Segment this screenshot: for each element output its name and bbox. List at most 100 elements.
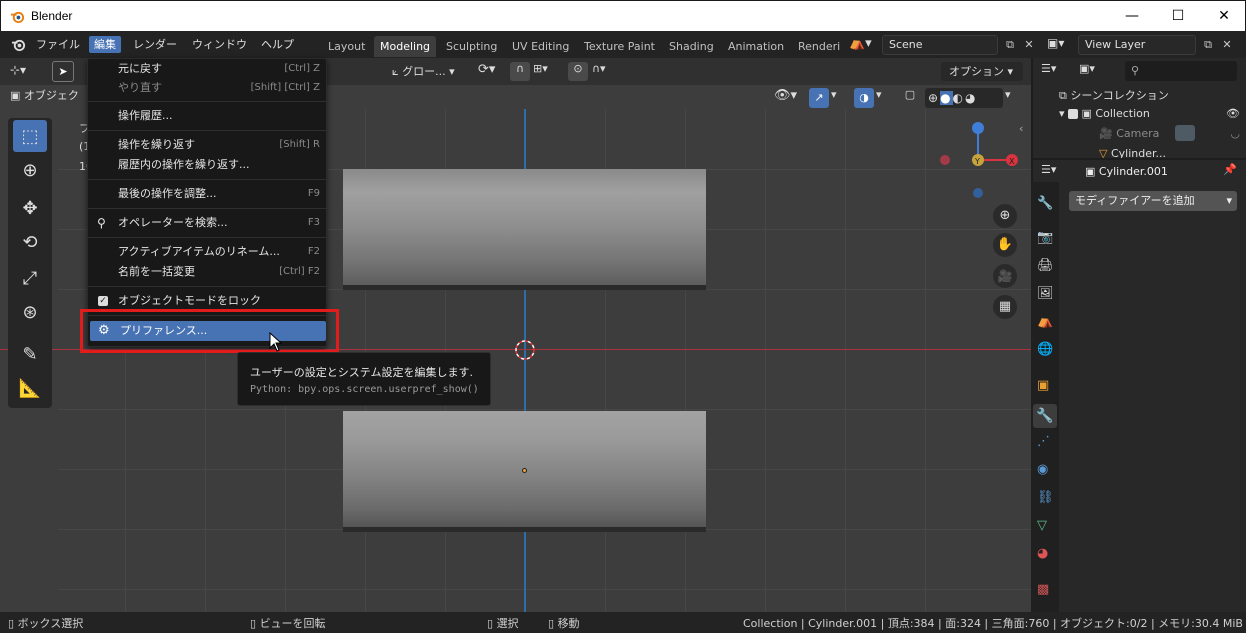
snap-target-icon[interactable]: ⊞▾ bbox=[533, 62, 561, 81]
tab-modeling[interactable]: Modeling bbox=[374, 36, 437, 57]
properties-editor-type-icon[interactable]: ☰▾ bbox=[1041, 163, 1071, 181]
tab-shading[interactable]: Shading bbox=[663, 36, 720, 57]
sidebar-collapse-icon[interactable]: ‹ bbox=[1019, 122, 1031, 138]
options-dropdown[interactable]: オプション ▾ bbox=[941, 62, 1023, 81]
tab-animation[interactable]: Animation bbox=[722, 36, 790, 57]
shading-dropdown-icon[interactable]: ▾ bbox=[1005, 88, 1019, 108]
scene-collection-row[interactable]: ⧉ シーンコレクション bbox=[1059, 87, 1169, 103]
visibility-icon[interactable]: 👁▾ bbox=[774, 88, 804, 108]
hidden-eye-icon[interactable]: ◡ bbox=[1230, 127, 1240, 140]
menu-item-lock-object-modes[interactable]: ✓ オブジェクトモードをロック bbox=[88, 291, 326, 311]
pin-icon[interactable]: 📌 bbox=[1223, 163, 1237, 176]
menu-item-operator-search[interactable]: ⚲ オペレーターを検索... F3 bbox=[88, 213, 326, 233]
annotate-tool-icon[interactable]: ✎ bbox=[13, 338, 47, 370]
overlay-toggle-icon[interactable]: ◑ bbox=[854, 88, 874, 108]
navigation-gizmo[interactable]: Y X bbox=[936, 120, 1020, 204]
scene-copy-icon[interactable]: ⧉ bbox=[1000, 35, 1020, 55]
constraints-tab-icon[interactable]: ⛓ bbox=[1037, 490, 1054, 505]
select-tool-icon[interactable]: ➤ bbox=[52, 61, 74, 82]
transform-tool-icon[interactable]: ⊛ bbox=[13, 296, 47, 328]
collection-checkbox[interactable] bbox=[1068, 109, 1079, 119]
proportional-edit-icon[interactable]: ⊙ bbox=[568, 62, 588, 81]
modifier-tab-icon[interactable]: 🔧 bbox=[1033, 404, 1057, 428]
outliner-editor-type-icon[interactable]: ☰▾ bbox=[1041, 62, 1071, 80]
view-layer-copy-icon[interactable]: ⧉ bbox=[1198, 35, 1218, 55]
data-tab-icon[interactable]: ▽ bbox=[1037, 518, 1047, 533]
3d-cursor-icon[interactable] bbox=[513, 338, 537, 362]
falloff-icon[interactable]: ∩▾ bbox=[592, 62, 620, 81]
collection-row[interactable]: ▾ ▣ Collection 👁 bbox=[1059, 107, 1244, 120]
menu-item-batch-rename[interactable]: 名前を一括変更 [Ctrl] F2 bbox=[88, 262, 326, 282]
tab-sculpting[interactable]: Sculpting bbox=[440, 36, 503, 57]
gizmo-toggle-icon[interactable]: ↗ bbox=[809, 88, 829, 108]
scene-tab-icon[interactable]: ⛺ bbox=[1037, 314, 1053, 329]
tab-uv-editing[interactable]: UV Editing bbox=[506, 36, 575, 57]
eye-icon[interactable]: 👁 bbox=[1226, 107, 1240, 120]
blender-menu-icon[interactable] bbox=[10, 37, 27, 52]
menu-item-repeat-history[interactable]: 履歴内の操作を繰り返す... bbox=[88, 155, 326, 175]
rotate-tool-icon[interactable]: ⟲ bbox=[13, 226, 47, 258]
close-button[interactable]: ✕ bbox=[1201, 1, 1246, 31]
view-layer-tab-icon[interactable]: 🖼 bbox=[1037, 286, 1054, 301]
texture-tab-icon[interactable]: ▩ bbox=[1037, 582, 1049, 597]
window-title: Blender bbox=[31, 9, 73, 23]
camera-view-icon[interactable]: 🎥 bbox=[993, 264, 1017, 288]
menu-edit[interactable]: 編集 bbox=[89, 36, 121, 53]
particles-tab-icon[interactable]: ⋰ bbox=[1037, 434, 1050, 449]
pan-hand-icon[interactable]: ✋ bbox=[993, 233, 1017, 257]
measure-tool-icon[interactable]: 📐 bbox=[13, 372, 47, 404]
menu-item-redo[interactable]: やり直す [Shift] [Ctrl] Z bbox=[88, 78, 326, 98]
pivot-point-icon[interactable]: ⟳▾ bbox=[478, 62, 504, 81]
tab-texture-paint[interactable]: Texture Paint bbox=[578, 36, 661, 57]
render-tab-icon[interactable]: 📷 bbox=[1037, 230, 1053, 245]
view-layer-remove-icon[interactable]: ✕ bbox=[1217, 35, 1237, 55]
outliner-search-input[interactable]: ⚲ bbox=[1125, 61, 1237, 81]
minimize-button[interactable]: — bbox=[1109, 1, 1155, 31]
scale-tool-icon[interactable]: ⤢ bbox=[13, 262, 47, 294]
highlight-box bbox=[80, 309, 339, 353]
ortho-grid-icon[interactable]: ▦ bbox=[993, 295, 1017, 319]
editor-type-icon[interactable]: ⊹▾ bbox=[10, 63, 42, 81]
cylinder-top-mesh[interactable] bbox=[343, 169, 706, 285]
select-box-tool-icon[interactable]: ⬚ bbox=[13, 120, 47, 152]
xray-toggle-icon[interactable]: ▢ bbox=[900, 88, 920, 108]
tab-layout[interactable]: Layout bbox=[322, 36, 371, 57]
cylinder-row[interactable]: ▽ Cylinder... bbox=[1099, 147, 1244, 158]
maximize-button[interactable]: ☐ bbox=[1155, 1, 1201, 31]
scene-icon[interactable]: ⛺▾ bbox=[849, 36, 879, 56]
menu-item-undo-history[interactable]: 操作履歴... bbox=[88, 106, 326, 126]
material-tab-icon[interactable]: ◕ bbox=[1037, 546, 1048, 561]
snap-toggle-icon[interactable]: ∩ bbox=[510, 62, 530, 81]
view-layer-icon[interactable]: ▣▾ bbox=[1047, 36, 1075, 56]
scene-field[interactable]: Scene bbox=[882, 35, 998, 55]
tab-rendering[interactable]: Renderi bbox=[792, 36, 842, 57]
menu-item-rename-active[interactable]: アクティブアイテムのリネーム... F2 bbox=[88, 242, 326, 262]
transform-orientation-dropdown[interactable]: ⟀ グロー... ▾ bbox=[392, 62, 468, 81]
menu-item-adjust-last[interactable]: 最後の操作を調整... F9 bbox=[88, 184, 326, 204]
camera-row[interactable]: 🎥 Camera ◡ bbox=[1099, 125, 1244, 141]
cursor-tool-icon[interactable]: ⊕ bbox=[13, 154, 47, 186]
menu-item-repeat-last[interactable]: 操作を繰り返す [Shift] R bbox=[88, 135, 326, 155]
menu-item-undo[interactable]: 元に戻す [Ctrl] Z bbox=[88, 59, 326, 79]
shading-mode-icons[interactable]: ⊕●◐◕ bbox=[925, 88, 1003, 108]
move-tool-icon[interactable]: ✥ bbox=[13, 192, 47, 224]
menu-file[interactable]: ファイル bbox=[31, 36, 85, 53]
rotate-view-label: ビューを回転 bbox=[259, 617, 326, 630]
menu-window[interactable]: ウィンドウ bbox=[187, 36, 252, 53]
object-tab-icon[interactable]: ▣ bbox=[1037, 378, 1049, 393]
menu-render[interactable]: レンダー bbox=[128, 36, 182, 53]
checkbox-checked-icon[interactable]: ✓ bbox=[98, 296, 108, 306]
output-tab-icon[interactable]: 🖨 bbox=[1037, 258, 1054, 273]
scene-remove-icon[interactable]: ✕ bbox=[1019, 35, 1039, 55]
world-tab-icon[interactable]: 🌐 bbox=[1037, 342, 1053, 357]
tool-tab-icon[interactable]: 🔧 bbox=[1037, 196, 1053, 211]
outliner-display-mode-icon[interactable]: ▣▾ bbox=[1079, 62, 1109, 80]
gizmo-dropdown-icon[interactable]: ▾ bbox=[831, 88, 845, 108]
physics-tab-icon[interactable]: ◉ bbox=[1037, 462, 1048, 477]
zoom-icon[interactable]: ⊕ bbox=[993, 204, 1017, 228]
overlay-dropdown-icon[interactable]: ▾ bbox=[876, 88, 890, 108]
mode-dropdown[interactable]: ▣ オブジェク bbox=[10, 86, 90, 106]
add-modifier-dropdown[interactable]: モディファイアーを追加 ▾ bbox=[1069, 191, 1237, 211]
menu-help[interactable]: ヘルプ bbox=[256, 36, 299, 53]
view-layer-field[interactable]: View Layer bbox=[1078, 35, 1196, 55]
